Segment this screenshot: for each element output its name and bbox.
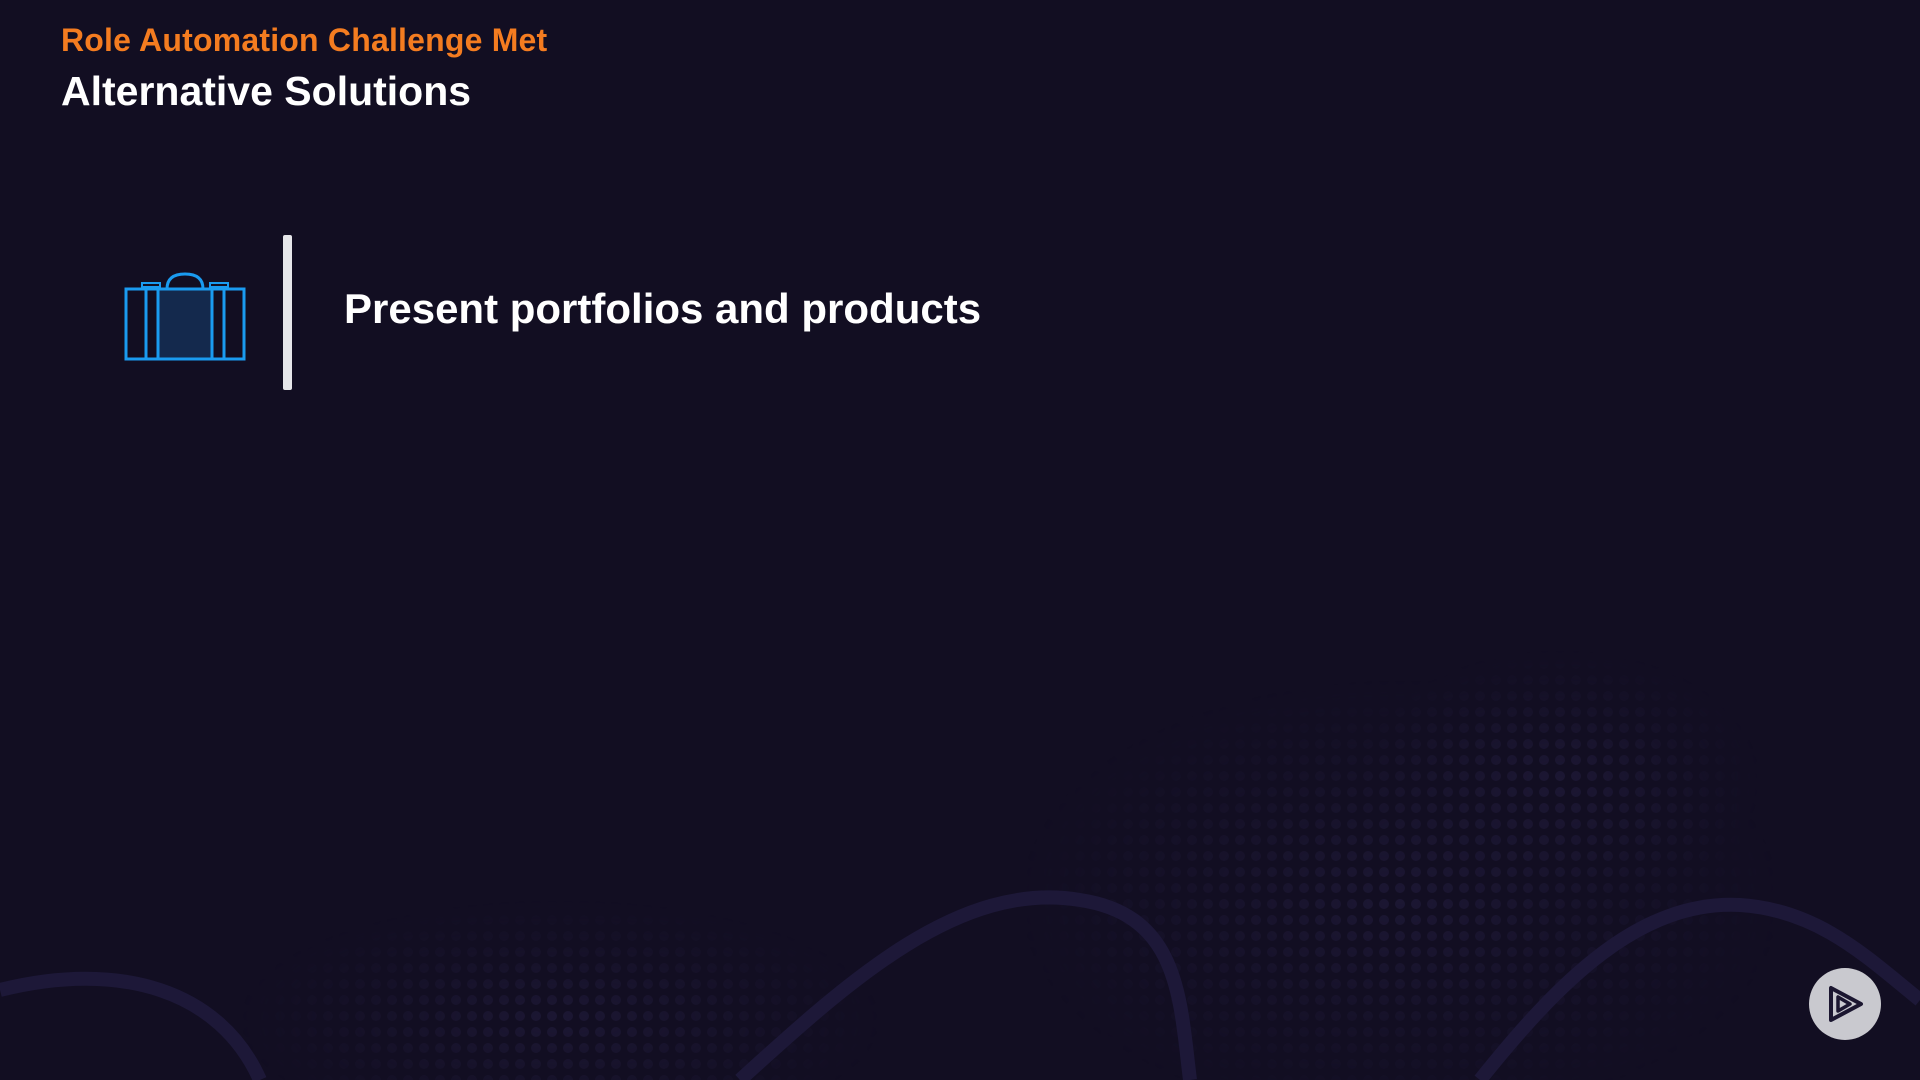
halftone-wave-background bbox=[0, 0, 1920, 1080]
section-kicker: Role Automation Challenge Met bbox=[61, 22, 548, 58]
suitcase-icon bbox=[124, 272, 246, 361]
list-item-text: Present portfolios and products bbox=[344, 285, 982, 332]
list-item: Present portfolios and products bbox=[0, 235, 1920, 390]
player-logo-button[interactable] bbox=[1809, 968, 1881, 1040]
play-logo-icon bbox=[1829, 986, 1863, 1022]
slide-title: Alternative Solutions bbox=[61, 68, 472, 114]
slide: Role Automation Challenge Met Alternativ… bbox=[0, 0, 1920, 1080]
vertical-divider bbox=[283, 235, 292, 390]
